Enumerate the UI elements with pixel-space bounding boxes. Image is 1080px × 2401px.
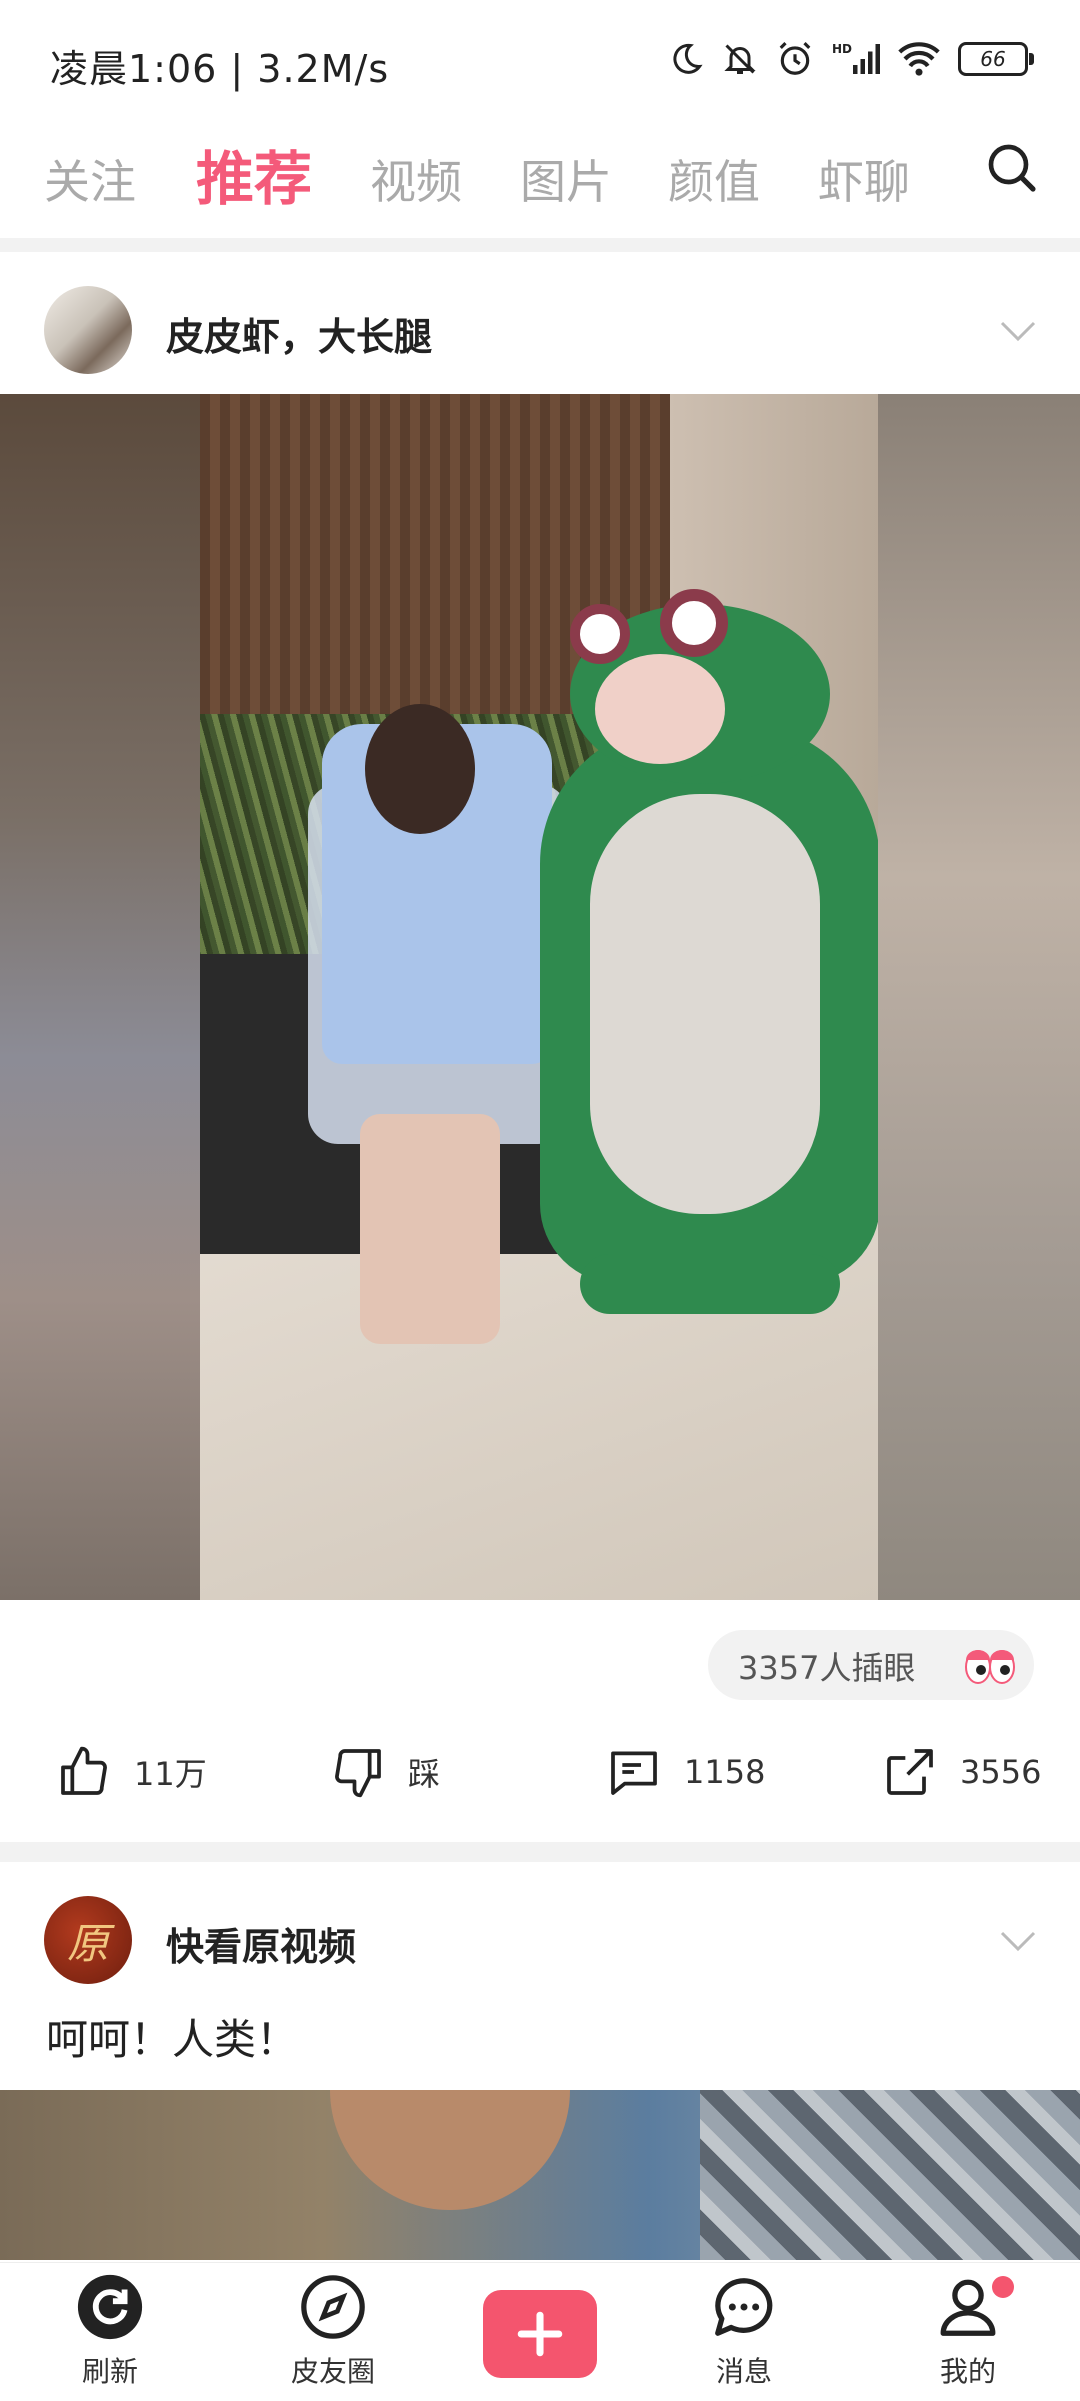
dislike-button[interactable]: 踩 bbox=[330, 1744, 440, 1800]
notification-dot bbox=[992, 2276, 1014, 2298]
tab-shrimp-chat[interactable]: 虾聊 bbox=[818, 146, 910, 212]
battery-indicator: 66 bbox=[958, 42, 1034, 76]
like-button[interactable]: 11万 bbox=[56, 1744, 207, 1800]
share-button[interactable]: 3556 bbox=[882, 1744, 1041, 1800]
frog-costume-feet bbox=[580, 1254, 840, 1314]
tab-video[interactable]: 视频 bbox=[370, 146, 462, 212]
views-pill[interactable]: 3357人插眼 bbox=[708, 1630, 1034, 1700]
person-head bbox=[365, 704, 475, 834]
video-blur-left bbox=[0, 394, 200, 1600]
nav-refresh-label: 刷新 bbox=[81, 2355, 138, 2388]
tab-recommend[interactable]: 推荐 bbox=[196, 132, 312, 216]
comment-button[interactable]: 1158 bbox=[606, 1744, 765, 1800]
frog-costume-belly bbox=[590, 794, 820, 1214]
search-icon[interactable] bbox=[984, 140, 1040, 196]
eyes-icon bbox=[965, 1650, 1015, 1684]
nav-refresh[interactable]: 刷新 bbox=[50, 2272, 170, 2390]
video-blur-right bbox=[878, 394, 1080, 1600]
nav-messages-label: 消息 bbox=[715, 2355, 772, 2388]
status-time: 凌晨1:06 | 3.2M/s bbox=[50, 47, 390, 91]
thumbs-up-icon bbox=[61, 1746, 107, 1795]
frog-costume-mouth bbox=[595, 654, 725, 764]
video-frame bbox=[200, 394, 878, 1600]
views-count: 3357人插眼 bbox=[738, 1649, 916, 1687]
avatar[interactable]: 原 bbox=[44, 1896, 132, 1984]
chevron-down-icon[interactable] bbox=[1000, 1930, 1036, 1952]
plus-icon bbox=[517, 2311, 563, 2357]
thumbs-down-icon bbox=[335, 1749, 381, 1798]
tab-follow[interactable]: 关注 bbox=[44, 146, 136, 212]
svg-text:HD: HD bbox=[832, 42, 852, 56]
alarm-icon bbox=[779, 42, 811, 75]
post-caption: 呵呵！人类！ bbox=[46, 2015, 299, 2064]
post-video[interactable] bbox=[0, 394, 1080, 1600]
refresh-icon bbox=[77, 2274, 143, 2340]
post-video[interactable] bbox=[0, 2090, 1080, 2260]
comment-count: 1158 bbox=[684, 1753, 766, 1791]
divider bbox=[0, 238, 1080, 252]
tab-images[interactable]: 图片 bbox=[520, 146, 612, 212]
tab-looks[interactable]: 颜值 bbox=[668, 146, 760, 212]
chevron-down-icon[interactable] bbox=[1000, 320, 1036, 342]
dislike-label: 踩 bbox=[408, 1755, 441, 1793]
frog-costume-eye bbox=[660, 589, 728, 657]
person-legs bbox=[360, 1114, 500, 1344]
compass-icon bbox=[301, 2275, 365, 2339]
status-bar: 凌晨1:06 | 3.2M/s HD 66 bbox=[0, 0, 1080, 120]
message-icon bbox=[715, 2278, 773, 2336]
nav-friends-circle-label: 皮友圈 bbox=[290, 2355, 375, 2388]
person-face bbox=[330, 2090, 570, 2210]
post-username[interactable]: 皮皮虾，大长腿 bbox=[166, 306, 432, 361]
comment-icon bbox=[611, 1751, 657, 1795]
share-icon bbox=[887, 1749, 933, 1795]
post-username[interactable]: 快看原视频 bbox=[166, 1916, 356, 1971]
frog-costume-eye bbox=[570, 604, 630, 664]
mute-bell-icon bbox=[724, 44, 756, 74]
share-count: 3556 bbox=[960, 1753, 1042, 1791]
avatar[interactable] bbox=[44, 286, 132, 374]
nav-profile-label: 我的 bbox=[939, 2355, 996, 2388]
like-count: 11万 bbox=[134, 1755, 207, 1793]
camo-clothing bbox=[700, 2090, 1080, 2260]
wifi-icon bbox=[898, 42, 940, 76]
moon-icon bbox=[673, 43, 703, 74]
nav-messages[interactable]: 消息 bbox=[684, 2272, 804, 2390]
status-icons: HD 66 bbox=[668, 40, 1034, 78]
divider bbox=[0, 1842, 1080, 1862]
signal-icon: HD bbox=[832, 42, 880, 74]
avatar-logo-text: 原 bbox=[66, 1918, 109, 1968]
create-post-button[interactable] bbox=[483, 2290, 597, 2378]
nav-friends-circle[interactable]: 皮友圈 bbox=[273, 2272, 393, 2390]
